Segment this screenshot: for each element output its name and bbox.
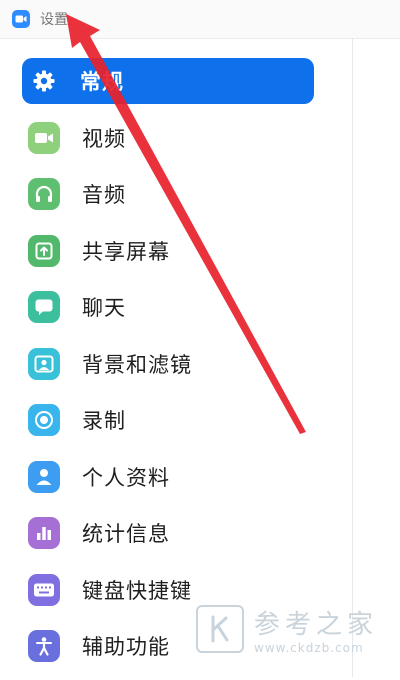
headphones-icon bbox=[28, 178, 60, 210]
sidebar-item-label: 统计信息 bbox=[82, 522, 170, 546]
statistics-icon bbox=[28, 517, 60, 549]
sidebar-item-label: 录制 bbox=[82, 409, 126, 433]
video-camera-icon bbox=[28, 121, 60, 154]
sidebar-item-background-filters[interactable]: 背景和滤镜 bbox=[22, 341, 314, 387]
window-title: 设置 bbox=[40, 12, 68, 28]
sidebar-item-label: 音频 bbox=[82, 183, 126, 207]
panel-divider bbox=[352, 38, 353, 677]
chat-bubble-icon bbox=[28, 291, 60, 323]
keyboard-icon bbox=[28, 573, 60, 606]
accessibility-icon bbox=[28, 630, 60, 662]
profile-icon bbox=[28, 460, 60, 493]
sidebar-item-chat[interactable]: 聊天 bbox=[22, 284, 314, 330]
sidebar-item-record[interactable]: 录制 bbox=[22, 397, 314, 443]
sidebar-item-audio[interactable]: 音频 bbox=[22, 171, 314, 217]
sidebar-item-label: 常规 bbox=[80, 70, 124, 94]
watermark-title: 参考之家 bbox=[254, 609, 379, 640]
sidebar-item-label: 个人资料 bbox=[82, 465, 170, 490]
sidebar-item-label: 视频 bbox=[82, 126, 126, 151]
sidebar-item-general[interactable]: 常规 bbox=[22, 58, 314, 104]
record-icon bbox=[28, 404, 60, 436]
sidebar-item-statistics[interactable]: 统计信息 bbox=[22, 510, 314, 556]
site-watermark: 参考之家 www.ckdzb.com bbox=[196, 603, 400, 655]
sidebar-item-label: 辅助功能 bbox=[82, 635, 170, 659]
sidebar-item-label: 键盘快捷键 bbox=[82, 578, 192, 603]
sidebar-item-video[interactable]: 视频 bbox=[22, 115, 314, 161]
title-bar: 设置 bbox=[0, 0, 400, 39]
sidebar-item-label: 背景和滤镜 bbox=[82, 352, 192, 377]
watermark-url: www.ckdzb.com bbox=[254, 640, 364, 655]
sidebar-item-share-screen[interactable]: 共享屏幕 bbox=[22, 228, 314, 274]
sidebar-item-profile[interactable]: 个人资料 bbox=[22, 454, 314, 500]
sidebar-item-label: 聊天 bbox=[82, 296, 126, 320]
share-screen-icon bbox=[28, 234, 60, 267]
watermark-logo-icon bbox=[196, 605, 244, 653]
background-filter-icon bbox=[28, 347, 60, 380]
gear-icon bbox=[30, 65, 58, 97]
sidebar-item-label: 共享屏幕 bbox=[82, 239, 170, 264]
zoom-logo-icon bbox=[12, 10, 30, 28]
settings-sidebar: 常规 视频 音频 共享屏幕 聊天 背景和滤镜 录制 个人资料 统计信息 键盘快捷… bbox=[22, 58, 314, 680]
